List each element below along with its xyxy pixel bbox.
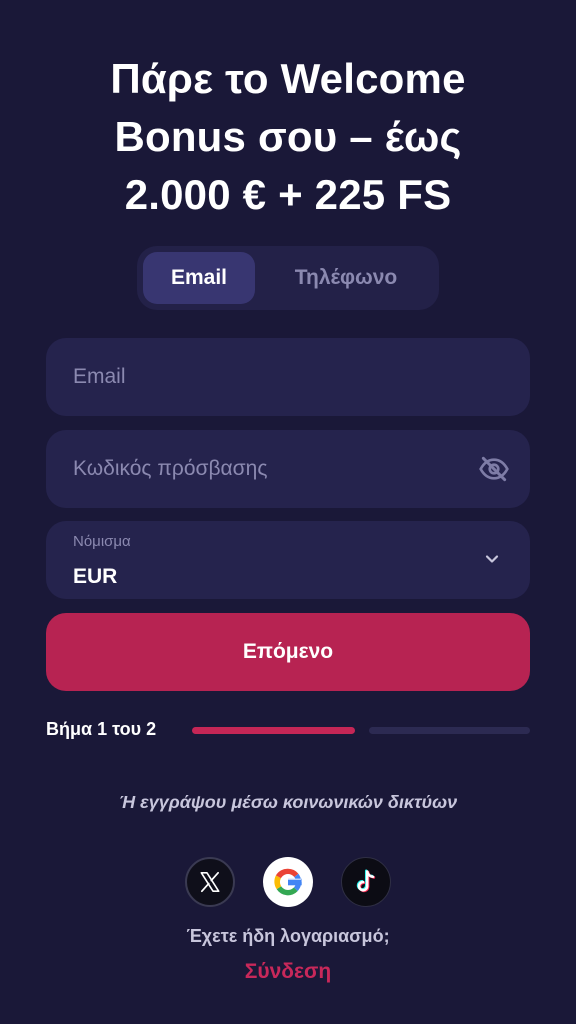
tiktok-login-button[interactable]	[341, 857, 391, 907]
google-login-button[interactable]	[263, 857, 313, 907]
tab-email[interactable]: Email	[143, 252, 255, 304]
password-field-container	[46, 430, 530, 508]
x-login-button[interactable]	[185, 857, 235, 907]
social-signup-text: Ή εγγράψου μέσω κοινωνικών δικτύων	[118, 792, 458, 812]
title-line-2: Bonus σου – έως	[114, 113, 462, 160]
title-line-1: Πάρε το Welcome	[110, 55, 466, 102]
registration-method-tabs: Email Τηλέφωνο	[137, 246, 439, 310]
password-field[interactable]	[46, 430, 530, 508]
currency-label: Νόμισμα	[73, 533, 131, 550]
currency-select[interactable]: Νόμισμα EUR	[46, 521, 530, 599]
tab-phone[interactable]: Τηλέφωνο	[259, 252, 433, 304]
eye-off-icon[interactable]	[478, 453, 510, 485]
login-link[interactable]: Σύνδεση	[0, 960, 576, 984]
email-field[interactable]	[46, 338, 530, 416]
chevron-down-icon	[485, 555, 499, 563]
tiktok-icon	[356, 869, 376, 893]
title-line-3: 2.000 € + 225 FS	[124, 171, 452, 218]
progress-bar-step-1	[192, 727, 355, 734]
currency-value: EUR	[73, 565, 118, 588]
progress-bar-step-2	[369, 727, 530, 734]
google-icon	[274, 868, 302, 896]
have-account-text: Έχετε ήδη λογαριασμό;	[186, 926, 390, 946]
step-indicator: Βήμα 1 του 2	[46, 719, 157, 739]
next-button[interactable]: Επόμενο	[46, 613, 530, 691]
page-title: Πάρε το Welcome Bonus σου – έως 2.000 € …	[40, 50, 536, 224]
email-field-container	[46, 338, 530, 416]
x-icon	[200, 871, 220, 893]
